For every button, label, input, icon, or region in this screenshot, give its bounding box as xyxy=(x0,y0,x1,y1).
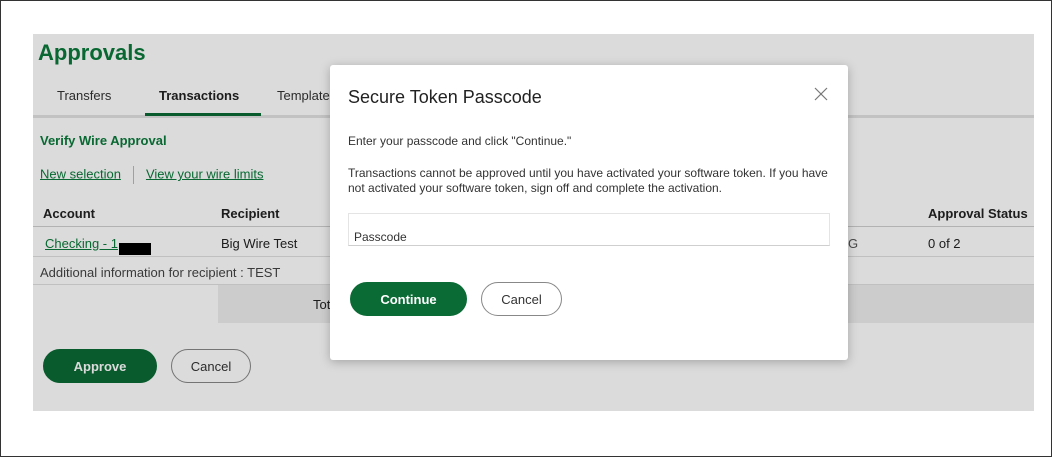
dialog-warning: Transactions cannot be approved until yo… xyxy=(348,166,828,195)
dialog-cancel-button[interactable]: Cancel xyxy=(481,282,562,316)
close-icon[interactable] xyxy=(812,85,830,103)
dialog-title: Secure Token Passcode xyxy=(348,87,542,107)
secure-token-dialog: Secure Token Passcode Enter your passcod… xyxy=(330,65,848,360)
continue-button[interactable]: Continue xyxy=(350,282,467,316)
dialog-instruction: Enter your passcode and click "Continue.… xyxy=(348,134,572,148)
passcode-field[interactable] xyxy=(348,213,830,246)
